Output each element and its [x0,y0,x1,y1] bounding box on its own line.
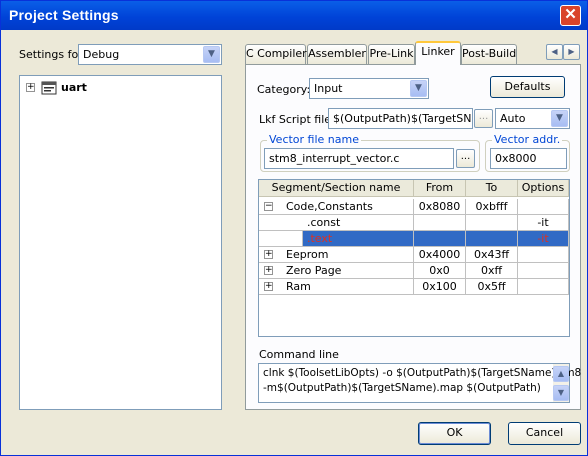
command-line-text-2: -m$(OutputPath)$(TargetSName).map $(Outp… [263,382,541,394]
tab-c-compiler[interactable]: C Compiler [245,44,307,64]
close-icon[interactable]: ✕ [560,5,581,26]
lkf-script-input[interactable]: $(OutputPath)$(TargetSName [328,108,473,129]
to-cell[interactable]: 0x5ff [466,279,518,295]
table-row[interactable]: + Zero Page 0x0 0xff [259,263,569,279]
segment-name: Ram [286,280,311,293]
options-cell[interactable] [518,279,569,295]
expand-icon[interactable]: + [26,83,35,92]
chevron-down-icon[interactable]: ▼ [551,110,568,127]
project-icon [41,81,57,98]
options-cell[interactable]: -it [518,231,569,247]
lkf-script-label: Lkf Script file: [259,113,335,126]
expand-icon[interactable]: + [264,250,273,259]
project-settings-dialog: Project Settings ✕ Settings for: Debug ▼… [0,0,588,456]
segment-name: Eeprom [286,248,329,261]
expand-icon[interactable]: + [264,266,273,275]
vector-addr-label: Vector addr. [492,133,563,146]
lkf-mode-value: Auto [500,112,526,125]
lkf-mode-select[interactable]: Auto ▼ [495,108,570,129]
vector-addr-value: 0x8000 [495,152,537,165]
cancel-button[interactable]: Cancel [508,422,581,445]
collapse-icon[interactable]: − [264,202,273,211]
segment-name-cell: .text [303,231,414,247]
segment-name: Zero Page [286,264,342,277]
chevron-down-icon[interactable]: ▼ [203,46,220,63]
category-select[interactable]: Input ▼ [309,78,429,99]
section-name: .const [307,216,341,229]
segment-name-cell: .const [259,215,414,231]
segment-name-cell: + Ram [259,279,414,295]
tab-post-build[interactable]: Post-Build [461,44,517,64]
to-cell[interactable]: 0xbfff [466,199,518,215]
lkf-script-value: $(OutputPath)$(TargetSName [333,112,472,125]
command-line-scrollbar[interactable]: ▲ ▼ [553,364,569,402]
col-header-segment[interactable]: Segment/Section name [259,180,414,197]
options-cell[interactable] [518,263,569,279]
section-name: .text [307,232,333,245]
from-cell[interactable] [414,215,466,231]
lkf-browse-button[interactable]: ... [474,109,493,128]
vector-file-input[interactable]: stm8_interrupt_vector.c [264,148,454,169]
options-cell[interactable] [518,247,569,263]
expand-icon[interactable]: + [264,282,273,291]
category-value: Input [314,82,343,95]
table-row[interactable]: + Ram 0x100 0x5ff [259,279,569,295]
options-cell[interactable] [518,199,569,215]
vector-file-value: stm8_interrupt_vector.c [269,152,400,165]
command-line-box[interactable]: clnk $(ToolsetLibOpts) -o $(OutputPath)$… [258,363,581,403]
scroll-up-icon[interactable]: ▲ [553,366,569,382]
tab-assembler[interactable]: Assembler [307,44,367,64]
table-row-selected[interactable]: .text -it [259,231,569,247]
settings-for-label: Settings for: [19,48,87,61]
segment-name-cell: − Code,Constants [259,199,414,215]
tree-item-uart[interactable]: + uart [26,81,116,95]
command-line-label: Command line [259,348,339,361]
options-cell[interactable]: -it [518,215,569,231]
segment-name-cell: + Zero Page [259,263,414,279]
col-header-options[interactable]: Options [518,180,569,197]
vector-addr-input[interactable]: 0x8000 [490,148,567,169]
chevron-down-icon[interactable]: ▼ [410,80,427,97]
from-cell[interactable]: 0x100 [414,279,466,295]
scroll-down-icon[interactable]: ▼ [553,385,569,401]
to-cell[interactable]: 0xff [466,263,518,279]
tree-item-label: uart [61,81,87,94]
from-cell[interactable]: 0x8080 [414,199,466,215]
tab-pre-link[interactable]: Pre-Link [368,44,415,64]
to-cell[interactable]: 0x43ff [466,247,518,263]
window-title: Project Settings [9,7,119,23]
tab-linker[interactable]: Linker [415,41,461,65]
from-cell[interactable]: 0x4000 [414,247,466,263]
tab-scroll-right-icon[interactable]: ▶ [563,44,580,60]
tab-scroll-left-icon[interactable]: ◀ [546,44,563,60]
segments-grid[interactable]: Segment/Section name From To Options − C… [258,179,570,337]
to-cell[interactable] [466,215,518,231]
table-row[interactable]: + Eeprom 0x4000 0x43ff [259,247,569,263]
project-tree[interactable]: + uart [19,75,222,410]
settings-for-value: Debug [83,48,120,61]
to-cell[interactable] [466,231,518,247]
from-cell[interactable]: 0x0 [414,263,466,279]
title-bar[interactable]: Project Settings ✕ [1,1,587,30]
indent-cell [259,231,303,247]
vector-browse-button[interactable]: ... [456,149,475,168]
command-line-text-1: clnk $(ToolsetLibOpts) -o $(OutputPath)$… [263,367,582,379]
segment-name: Code,Constants [286,200,373,213]
col-header-from[interactable]: From [414,180,466,197]
table-row[interactable]: − Code,Constants 0x8080 0xbfff [259,199,569,215]
col-header-to[interactable]: To [466,180,518,197]
ok-button[interactable]: OK [418,422,491,445]
defaults-button[interactable]: Defaults [490,76,565,98]
segment-name-cell: + Eeprom [259,247,414,263]
from-cell[interactable] [414,231,466,247]
table-row[interactable]: .const -it [259,215,569,231]
vector-file-label: Vector file name [267,133,361,146]
settings-for-select[interactable]: Debug ▼ [78,44,222,65]
category-label: Category: [257,83,311,96]
